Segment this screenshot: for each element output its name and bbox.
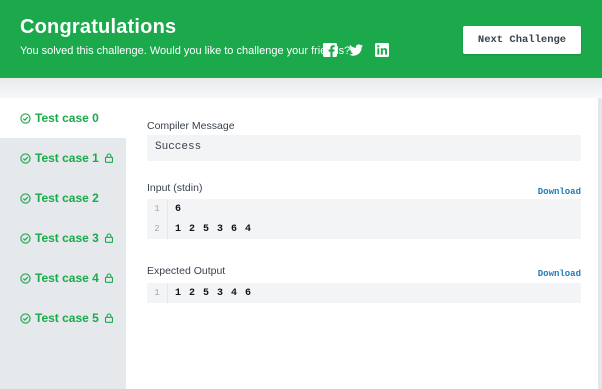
social-share-group (323, 43, 389, 57)
tab-test-case-4[interactable]: Test case 4 (0, 258, 126, 298)
linkedin-icon[interactable] (375, 43, 389, 57)
line-number: 1 (154, 204, 160, 214)
twitter-icon[interactable] (349, 43, 363, 57)
input-code-box: 1 6 2 1 2 5 3 6 4 (147, 199, 581, 239)
lock-icon (104, 313, 113, 323)
check-circle-icon (20, 112, 31, 124)
tab-label: Test case 3 (35, 231, 99, 245)
line-number: 2 (154, 224, 160, 234)
check-circle-icon (20, 152, 31, 164)
banner-title: Congratulations (20, 16, 177, 38)
expected-code-box: 1 1 2 5 3 4 6 (147, 283, 581, 303)
success-banner: Congratulations You solved this challeng… (0, 0, 602, 78)
code-line: 1 1 2 5 3 4 6 (147, 283, 581, 303)
code-text: 6 (175, 203, 183, 215)
tab-test-case-1[interactable]: Test case 1 (0, 138, 126, 178)
banner-subtitle: You solved this challenge. Would you lik… (20, 45, 351, 57)
tab-test-case-0[interactable]: Test case 0 (0, 98, 126, 138)
gutter-separator (167, 199, 168, 219)
banner-shadow (0, 78, 602, 98)
line-number: 1 (154, 288, 160, 298)
gutter-separator (167, 283, 168, 303)
lock-icon (104, 273, 113, 283)
test-result-panel: Compiler Message Success Input (stdin) D… (126, 98, 598, 389)
facebook-icon[interactable] (323, 43, 337, 57)
lock-icon (104, 153, 113, 163)
check-circle-icon (20, 312, 31, 324)
expected-output-label: Expected Output (147, 265, 226, 277)
gutter-separator (167, 219, 168, 239)
code-text: 1 2 5 3 6 4 (175, 223, 253, 235)
code-line: 2 1 2 5 3 6 4 (147, 219, 581, 239)
check-circle-icon (20, 232, 31, 244)
code-line: 1 6 (147, 199, 581, 219)
check-circle-icon (20, 272, 31, 284)
check-circle-icon (20, 192, 31, 204)
input-label: Input (stdin) (147, 182, 203, 194)
tab-label: Test case 5 (35, 311, 99, 325)
tab-test-case-5[interactable]: Test case 5 (0, 298, 126, 338)
tab-label: Test case 4 (35, 271, 99, 285)
compiler-message-label: Compiler Message (147, 120, 235, 132)
input-download-link[interactable]: Download (538, 187, 581, 197)
code-text: 1 2 5 3 4 6 (175, 287, 253, 299)
scrollbar-track[interactable] (598, 98, 602, 389)
tab-label: Test case 0 (35, 111, 99, 125)
next-challenge-button[interactable]: Next Challenge (463, 26, 581, 54)
test-case-sidebar: Test case 0 Test case 1 Test case 2 Test… (0, 98, 126, 389)
expected-download-link[interactable]: Download (538, 269, 581, 279)
tab-test-case-2[interactable]: Test case 2 (0, 178, 126, 218)
tab-label: Test case 2 (35, 191, 99, 205)
compiler-message-box: Success (147, 135, 581, 161)
tab-label: Test case 1 (35, 151, 99, 165)
tab-test-case-3[interactable]: Test case 3 (0, 218, 126, 258)
lock-icon (104, 233, 113, 243)
